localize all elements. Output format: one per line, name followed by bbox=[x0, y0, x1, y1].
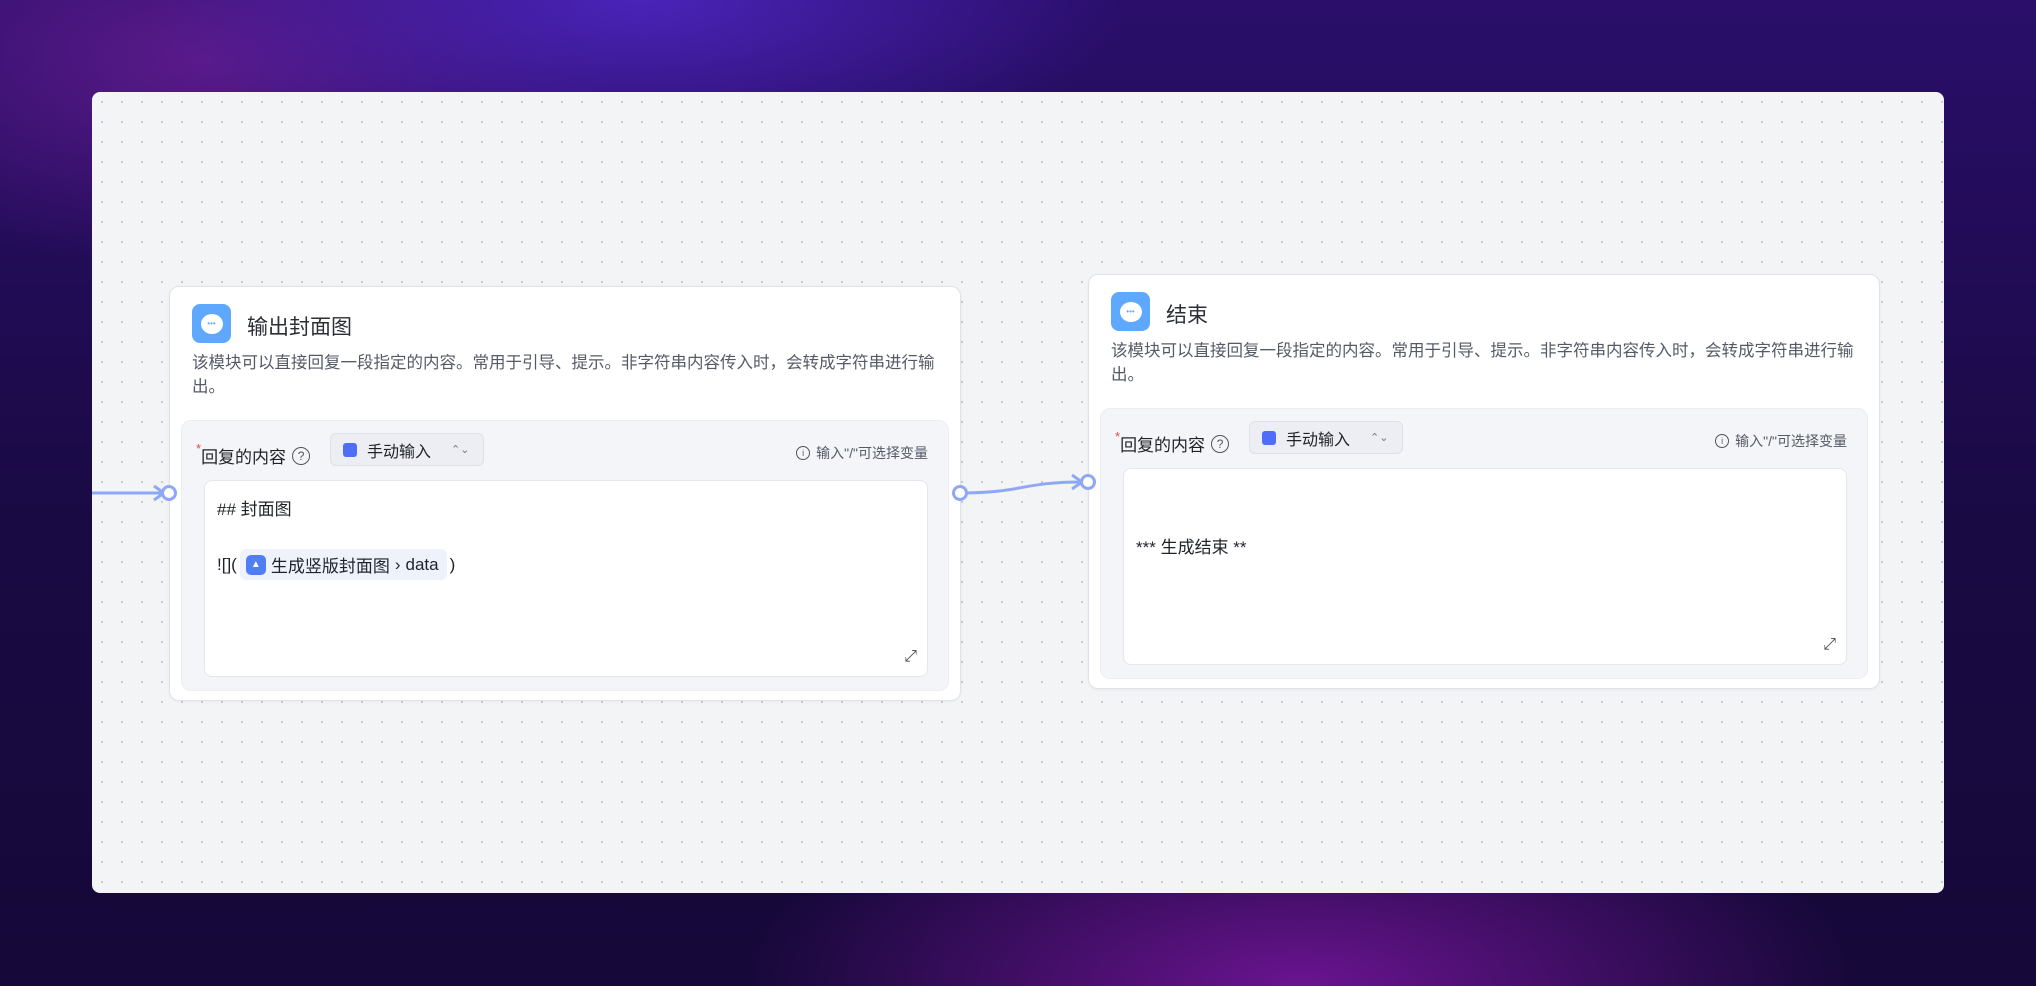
input-port[interactable] bbox=[161, 485, 177, 501]
content-editor[interactable]: ## 封面图 ![]( ▲ 生成竖版封面图 › data ) ⤢ bbox=[204, 480, 928, 677]
expand-icon[interactable]: ⤢ bbox=[904, 648, 917, 666]
variable-hint: i 输入"/"可选择变量 bbox=[1715, 431, 1847, 451]
workflow-canvas[interactable]: ••• 输出封面图 该模块可以直接回复一段指定的内容。常用于引导、提示。非字符串… bbox=[92, 92, 1944, 893]
text-icon bbox=[1262, 430, 1276, 445]
chevron-updown-icon: ⌃⌄ bbox=[1370, 432, 1389, 444]
node-title: 结束 bbox=[1166, 304, 1208, 327]
input-port[interactable] bbox=[1080, 474, 1096, 490]
text-icon bbox=[343, 442, 357, 457]
separator: › bbox=[394, 554, 401, 574]
node-title: 输出封面图 bbox=[247, 316, 352, 339]
image-node-icon: ▲ bbox=[245, 554, 266, 575]
variable-node: 生成竖版封面图 bbox=[270, 557, 390, 576]
chat-bubble-icon: ••• bbox=[1111, 292, 1150, 331]
expand-icon[interactable]: ⤢ bbox=[1823, 636, 1836, 654]
content-line: ## 封面图 bbox=[217, 500, 292, 519]
hint-text: 输入"/"可选择变量 bbox=[816, 445, 928, 461]
help-icon[interactable]: ? bbox=[1211, 434, 1230, 453]
variable-field: data bbox=[405, 554, 439, 574]
connecting-edge bbox=[959, 480, 1083, 495]
hint-text: 输入"/"可选择变量 bbox=[1735, 433, 1847, 449]
node-end[interactable]: ••• 结束 该模块可以直接回复一段指定的内容。常用于引导、提示。非字符串内容传… bbox=[1088, 274, 1880, 689]
node-output-cover[interactable]: ••• 输出封面图 该模块可以直接回复一段指定的内容。常用于引导、提示。非字符串… bbox=[169, 286, 961, 701]
text: ![]( bbox=[217, 554, 237, 574]
reply-content-panel: * 回复的内容? 手动输入 ⌃⌄ i 输入"/"可选择变量 ## 封面图 ![]( ▲… bbox=[181, 420, 949, 691]
chevron-updown-icon: ⌃⌄ bbox=[451, 444, 470, 456]
label-text: 回复的内容 bbox=[1120, 436, 1206, 455]
text: ) bbox=[449, 554, 456, 574]
content-line: *** 生成结束 ** bbox=[1136, 538, 1247, 557]
chat-bubble-icon: ••• bbox=[192, 304, 231, 343]
required-mark: * bbox=[1115, 429, 1121, 444]
info-icon: i bbox=[1715, 434, 1730, 448]
mode-label: 手动输入 bbox=[1286, 431, 1351, 449]
output-port[interactable] bbox=[952, 485, 968, 501]
field-label: * 回复的内容? bbox=[1115, 429, 1230, 456]
variable-chip[interactable]: ▲ 生成竖版封面图 › data bbox=[239, 549, 447, 580]
input-mode-select[interactable]: 手动输入 ⌃⌄ bbox=[330, 433, 485, 466]
label-text: 回复的内容 bbox=[201, 448, 287, 467]
variable-hint: i 输入"/"可选择变量 bbox=[796, 443, 928, 463]
content-editor[interactable]: *** 生成结束 ** ⤢ bbox=[1123, 468, 1847, 665]
mode-label: 手动输入 bbox=[367, 443, 432, 461]
node-description: 该模块可以直接回复一段指定的内容。常用于引导、提示。非字符串内容传入时，会转成字… bbox=[192, 354, 935, 396]
content-line: ![]( ▲ 生成竖版封面图 › data ) bbox=[217, 549, 455, 580]
required-mark: * bbox=[196, 441, 202, 456]
info-icon: i bbox=[796, 446, 811, 460]
input-mode-select[interactable]: 手动输入 ⌃⌄ bbox=[1249, 421, 1404, 454]
field-label: * 回复的内容? bbox=[196, 441, 311, 468]
reply-content-panel: * 回复的内容? 手动输入 ⌃⌄ i 输入"/"可选择变量 *** 生成结束 ** ⤢ bbox=[1100, 408, 1868, 679]
node-description: 该模块可以直接回复一段指定的内容。常用于引导、提示。非字符串内容传入时，会转成字… bbox=[1111, 342, 1854, 384]
help-icon[interactable]: ? bbox=[292, 446, 311, 465]
